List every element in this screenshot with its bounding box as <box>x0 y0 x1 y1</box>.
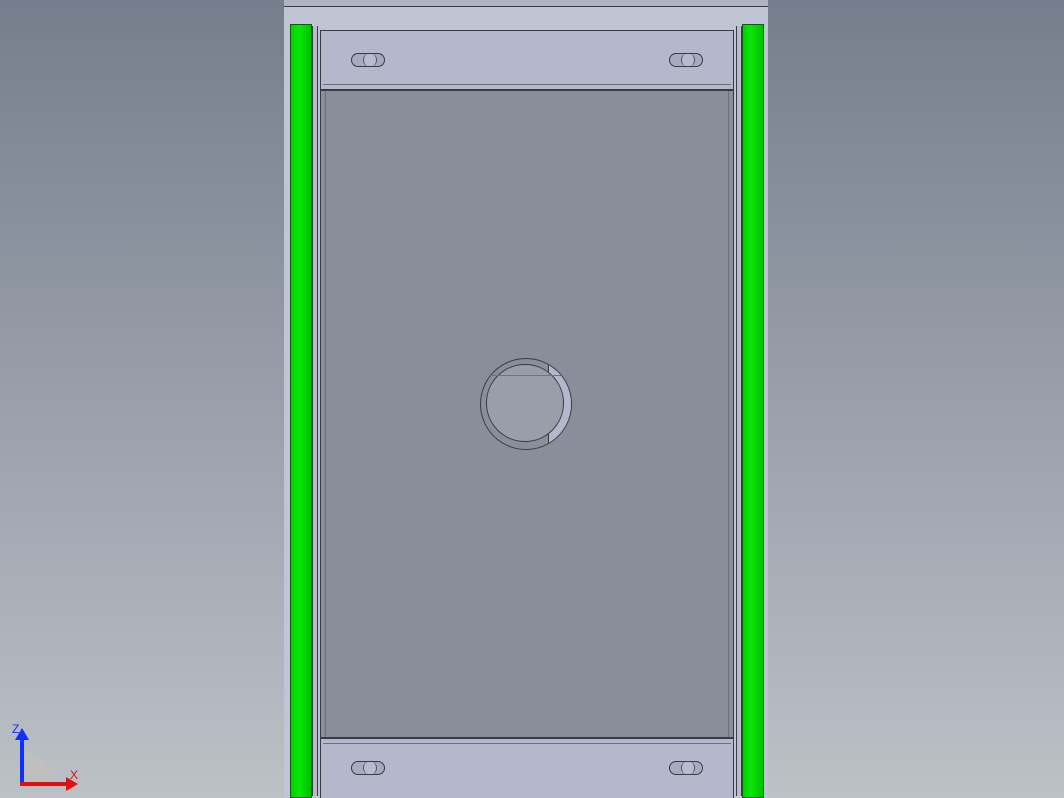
bottom-flange-slot-right[interactable] <box>669 761 703 775</box>
center-boss-face[interactable] <box>486 364 564 442</box>
flange-edge-line <box>323 84 731 85</box>
top-flange-slot-right[interactable] <box>669 53 703 67</box>
top-flange[interactable] <box>320 30 734 90</box>
cad-viewport[interactable]: Z X <box>0 0 1064 798</box>
back-plate-top-edge <box>284 0 768 7</box>
side-rail-left[interactable] <box>290 24 312 798</box>
bottom-flange-slot-left[interactable] <box>351 761 385 775</box>
z-axis-icon[interactable] <box>20 738 24 786</box>
x-axis-label: X <box>70 768 78 782</box>
inner-strip-right <box>736 26 742 796</box>
flange-edge-line <box>323 743 731 744</box>
assembly[interactable] <box>270 0 786 798</box>
axis-triad[interactable]: Z X <box>12 714 90 792</box>
inner-strip-left <box>312 26 318 796</box>
side-rail-right[interactable] <box>742 24 764 798</box>
z-axis-label: Z <box>12 722 19 736</box>
top-flange-slot-left[interactable] <box>351 53 385 67</box>
triad-origin-icon <box>20 752 54 786</box>
x-axis-icon[interactable] <box>20 782 68 786</box>
bottom-flange[interactable] <box>320 738 734 798</box>
